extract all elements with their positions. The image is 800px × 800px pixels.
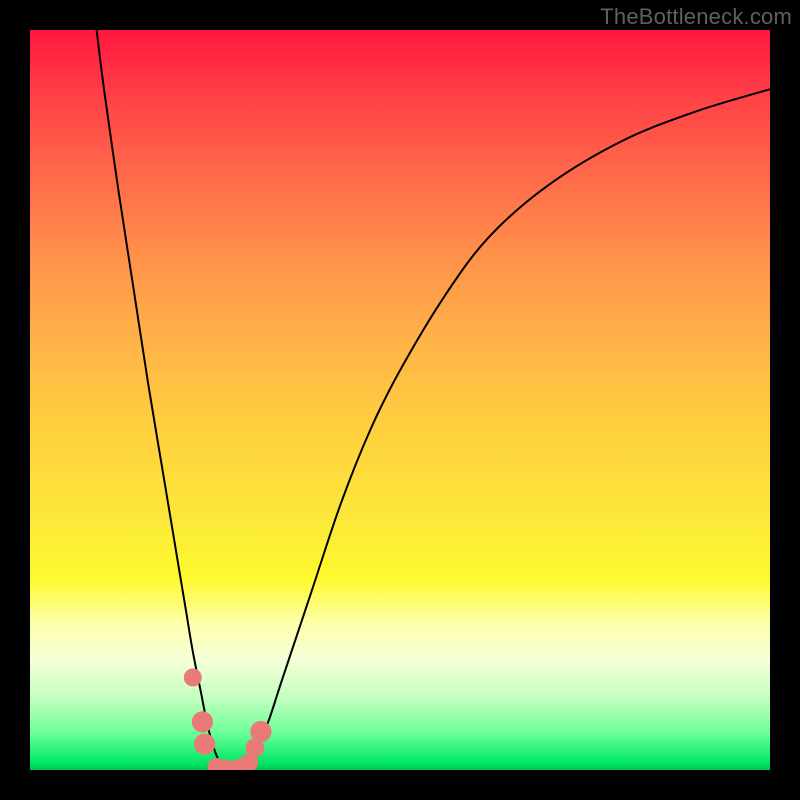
curve-marker [184,669,202,687]
curve-markers [184,669,272,771]
chart-frame: TheBottleneck.com [0,0,800,800]
bottleneck-curve-svg [30,30,770,770]
curve-marker [194,734,215,755]
watermark-text: TheBottleneck.com [600,4,792,30]
curve-marker [250,721,271,742]
bottleneck-curve-path [97,30,770,770]
plot-area [30,30,770,770]
curve-marker [192,711,213,732]
